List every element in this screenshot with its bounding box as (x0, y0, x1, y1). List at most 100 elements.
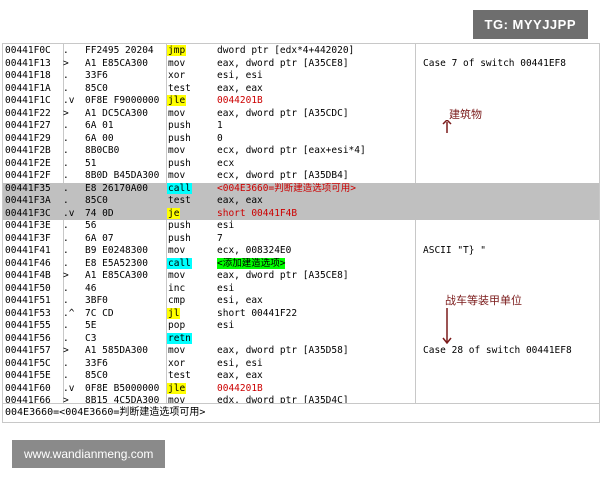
operand-cell: eax, dword ptr [A35CE8] (217, 270, 417, 283)
operand-cell: 1 (217, 120, 417, 133)
hex-bytes-cell: 33F6 (85, 357, 108, 369)
mnemonic-text: mov (168, 270, 186, 281)
address-cell: 00441F5C (5, 357, 51, 369)
mnemonic-text: test (168, 370, 191, 381)
operand-cell: ecx, dword ptr [eax+esi*4] (217, 145, 417, 158)
disasm-row[interactable]: 00441F56. C3 retn (3, 332, 599, 346)
operand-text: esi, eax (217, 295, 263, 306)
mnemonic-cell: jl (167, 307, 217, 321)
flow-marker: .v (63, 95, 75, 106)
operand-cell: <添加建造选项> (217, 257, 417, 271)
flow-marker: . (63, 82, 69, 94)
operand-cell: short 00441F22 (217, 308, 417, 321)
disasm-row[interactable]: 00441F2E. 51 push ecx (3, 158, 599, 171)
hex-bytes-cell: 46 (85, 282, 97, 294)
disasm-row[interactable]: 00441F57 > A1 585DA300 mov eax, dword ptr [A… (3, 345, 599, 358)
mnemonic-text: mov (168, 245, 186, 256)
comment-cell (423, 170, 599, 183)
mnemonic-text: test (168, 195, 191, 206)
disasm-row[interactable]: 00441F18. 33F6 xor esi, esi (3, 70, 599, 83)
address-cell: 00441F2E (5, 157, 51, 169)
mnemonic-text: jmp (167, 45, 187, 56)
mnemonic-cell: call (167, 182, 217, 196)
operand-cell: esi, esi (217, 70, 417, 83)
operand-cell: esi, esi (217, 358, 417, 371)
hex-bytes-cell: A1 DC5CA300 (85, 107, 148, 119)
mnemonic-text: mov (168, 107, 186, 119)
operand-text: eax, dword ptr [A35CDC] (217, 107, 349, 119)
disasm-row[interactable]: 00441F1A. 85C0 test eax, eax (3, 83, 599, 96)
mnemonic-text: push (168, 232, 191, 244)
mnemonic-cell: inc (167, 283, 217, 296)
comment-cell (423, 70, 599, 83)
flow-marker: > (63, 57, 69, 69)
operand-text: dword ptr [edx*4+442020] (217, 45, 355, 56)
disasm-row[interactable]: 00441F27. 6A 01 push 1 (3, 120, 599, 133)
flow-marker: . (63, 332, 69, 344)
mnemonic-text: cmp (168, 295, 186, 306)
hex-bytes-cell: 3BF0 (85, 295, 108, 306)
operand-text: esi (217, 220, 235, 231)
disasm-row[interactable]: 00441F29. 6A 00 push 0 (3, 133, 599, 146)
operand-cell: 0 (217, 133, 417, 146)
hex-bytes-cell: 0F8E F9000000 (85, 95, 160, 106)
flow-marker: .v (63, 207, 75, 219)
mnemonic-text: mov (168, 345, 186, 356)
comment-cell (423, 358, 599, 371)
mnemonic-cell: jle (167, 382, 217, 396)
flow-marker: . (63, 295, 69, 306)
mnemonic-text: push (168, 120, 191, 131)
mnemonic-text: xor (168, 357, 186, 369)
disasm-row[interactable]: 00441F41. B9 E0248300 mov ecx, 008324E0 ASCI… (3, 245, 599, 258)
address-cell: 00441F2F (5, 170, 51, 181)
operand-cell: ecx, 008324E0 (217, 245, 417, 258)
hex-bytes-cell: A1 585DA300 (85, 345, 148, 356)
operand-text: <004E3660=判断建造选项可用> (217, 182, 356, 194)
mnemonic-cell: jle (167, 95, 217, 108)
disasm-row[interactable]: 00441F3A. 85C0 test eax, eax (3, 195, 599, 208)
disasm-row[interactable]: 00441F1C .v 0F8E F9000000 jle 0044201B (3, 95, 599, 108)
disasm-row[interactable]: 00441F4B > A1 E85CA300 mov eax, dword ptr [A… (3, 270, 599, 283)
address-cell: 00441F4B (5, 270, 51, 281)
hex-bytes-cell: C3 (85, 332, 97, 344)
disasm-row[interactable]: 00441F0C. FF2495 20204 jmp dword ptr [edx*4… (3, 45, 599, 58)
disasm-row[interactable]: 00441F46. E8 E5A52300 call <添加建造选项> (3, 257, 599, 271)
disasm-row[interactable]: 00441F5C. 33F6 xor esi, esi (3, 358, 599, 371)
comment-cell (423, 145, 599, 158)
mnemonic-cell: xor (167, 70, 217, 83)
operand-cell: eax, dword ptr [A35CDC] (217, 108, 417, 121)
flow-marker: . (63, 195, 69, 206)
disasm-row[interactable]: 00441F35. E8 26170A00 call <004E3660=判断建造选项… (3, 182, 599, 196)
address-cell: 00441F5E (5, 370, 51, 381)
address-cell: 00441F1A (5, 82, 51, 94)
mnemonic-text: mov (168, 57, 186, 69)
disasm-row[interactable]: 00441F13 > A1 E85CA300 mov eax, dword ptr [A… (3, 58, 599, 71)
mnemonic-text: retn (167, 332, 192, 344)
operand-cell: 0044201B (217, 383, 417, 396)
disasm-row[interactable]: 00441F3F. 6A 07 push 7 (3, 233, 599, 246)
mnemonic-cell: mov (167, 145, 217, 158)
disasm-row[interactable]: 00441F2B. 8B0CB0 mov ecx, dword ptr [eax+es… (3, 145, 599, 158)
disasm-row[interactable]: 00441F2F. 8B0D B45DA300 mov ecx, dword ptr … (3, 170, 599, 183)
disasm-row[interactable]: 00441F3C .v 74 0D je short 00441F4B (3, 207, 599, 220)
disassembly-panel[interactable]: 00441F0C. FF2495 20204 jmp dword ptr [edx*4… (2, 43, 600, 423)
disasm-row[interactable]: 00441F5E. 85C0 test eax, eax (3, 370, 599, 383)
address-cell: 00441F1C (5, 95, 51, 106)
disasm-row[interactable]: 00441F3E. 56 push esi (3, 220, 599, 233)
operand-cell: dword ptr [edx*4+442020] (217, 45, 417, 58)
operand-text: esi (217, 282, 235, 294)
operand-text: eax, dword ptr [A35CE8] (217, 270, 349, 281)
disasm-row[interactable]: 00441F55. 5E pop esi (3, 320, 599, 333)
disasm-row[interactable]: 00441F60 .v 0F8E B5000000 jle 0044201B (3, 382, 599, 396)
hex-bytes-cell: 7C CD (85, 307, 114, 319)
mnemonic-text: push (168, 132, 191, 144)
flow-marker: > (63, 345, 69, 356)
disasm-row[interactable]: 00441F22 > A1 DC5CA300 mov eax, dword ptr [A… (3, 108, 599, 121)
flow-marker: . (63, 170, 69, 181)
hex-bytes-cell: E8 E5A52300 (85, 257, 148, 269)
hex-bytes-cell: 0F8E B5000000 (85, 382, 160, 394)
disasm-row[interactable]: 00441F53 .^ 7C CD jl short 00441F22 (3, 307, 599, 321)
operand-text: eax, dword ptr [A35CE8] (217, 57, 349, 69)
arrow-icon (442, 308, 452, 344)
mnemonic-cell: push (167, 133, 217, 146)
